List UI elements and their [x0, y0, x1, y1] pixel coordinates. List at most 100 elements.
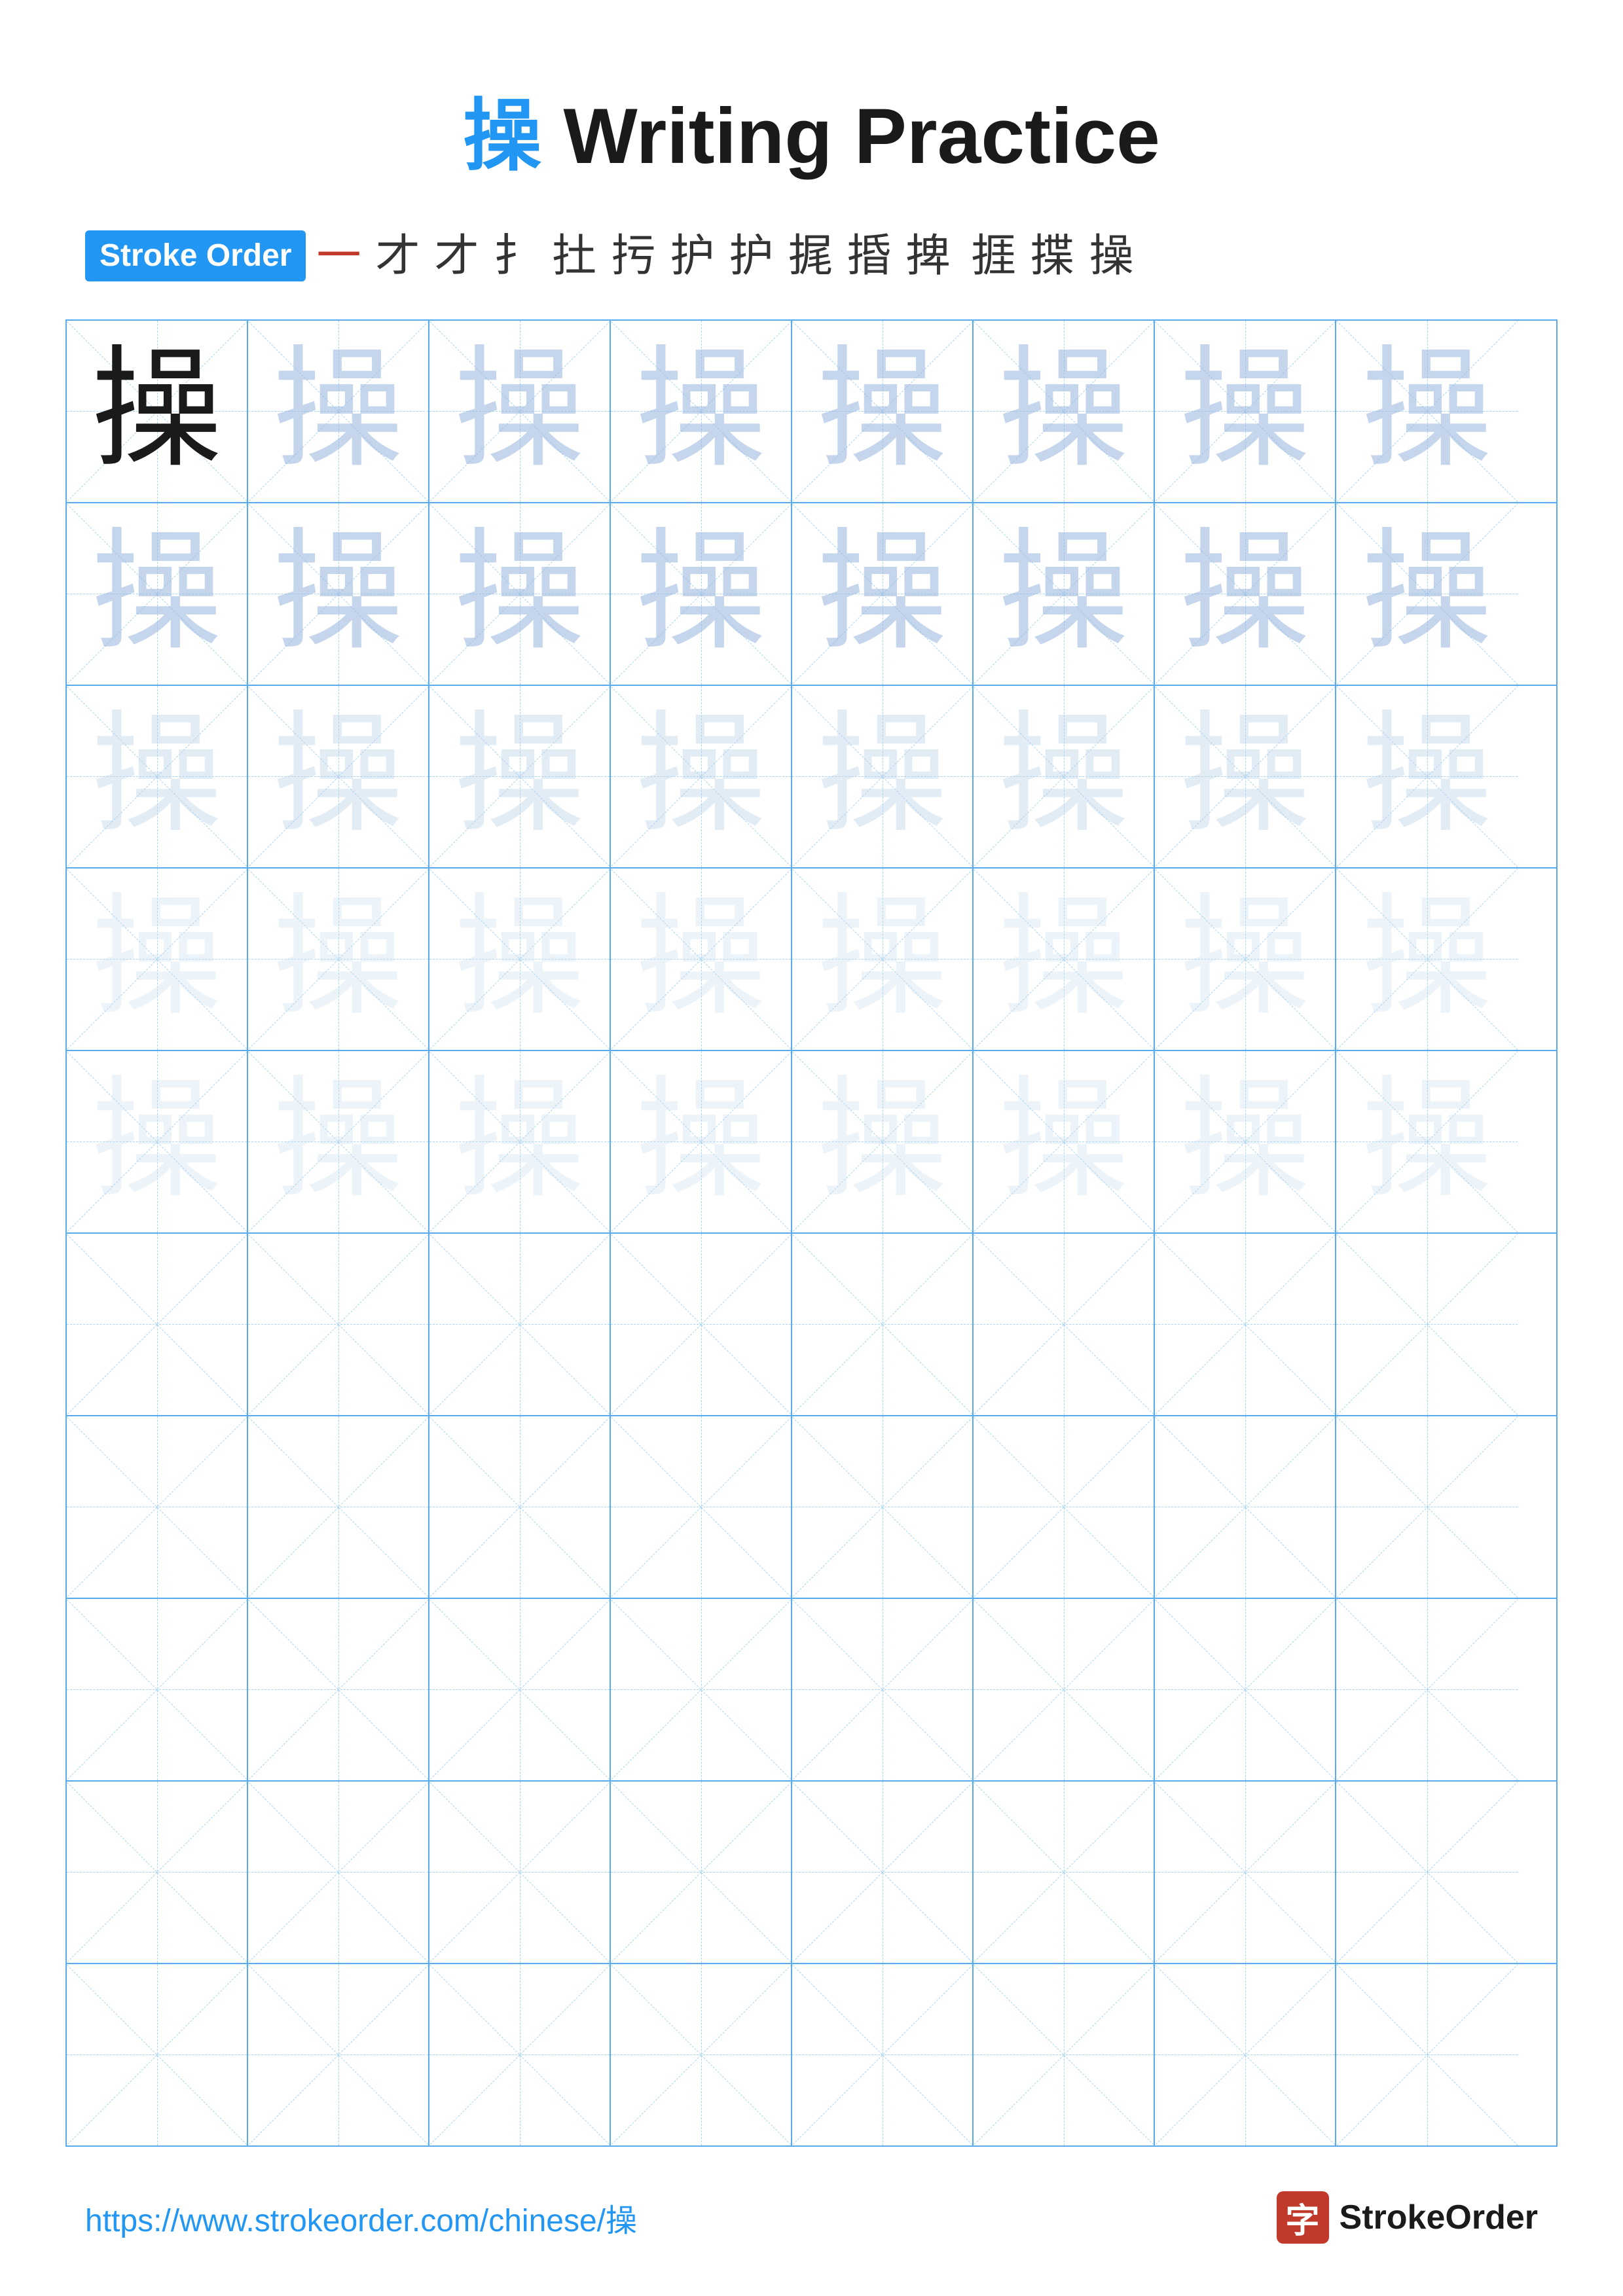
grid-cell-9-4 — [611, 1782, 792, 1963]
grid-cell-4-2: 操 — [248, 869, 429, 1050]
grid-cell-5-3: 操 — [429, 1051, 611, 1232]
grid-cell-8-3 — [429, 1599, 611, 1780]
grid-cell-1-5: 操 — [792, 321, 974, 502]
grid-cell-7-5 — [792, 1416, 974, 1598]
grid-cell-6-8 — [1336, 1234, 1518, 1415]
grid-cell-1-2: 操 — [248, 321, 429, 502]
grid-cell-2-7: 操 — [1155, 503, 1336, 685]
grid-cell-1-3: 操 — [429, 321, 611, 502]
grid-row-9 — [67, 1782, 1556, 1964]
grid-cell-8-8 — [1336, 1599, 1518, 1780]
grid-cell-4-7: 操 — [1155, 869, 1336, 1050]
grid-row-4: 操 操 操 操 操 操 操 — [67, 869, 1556, 1051]
grid-cell-7-6 — [974, 1416, 1155, 1598]
grid-cell-3-3: 操 — [429, 686, 611, 867]
grid-row-1: 操 操 操 操 操 操 操 — [67, 321, 1556, 503]
stroke-12: 捱 — [972, 227, 1016, 285]
grid-cell-6-4 — [611, 1234, 792, 1415]
grid-cell-7-2 — [248, 1416, 429, 1598]
grid-cell-5-4: 操 — [611, 1051, 792, 1232]
grid-cell-7-3 — [429, 1416, 611, 1598]
grid-row-5: 操 操 操 操 操 操 操 — [67, 1051, 1556, 1234]
grid-cell-1-7: 操 — [1155, 321, 1336, 502]
grid-cell-5-5: 操 — [792, 1051, 974, 1232]
grid-cell-10-8 — [1336, 1964, 1518, 2145]
grid-cell-2-2: 操 — [248, 503, 429, 685]
grid-cell-8-5 — [792, 1599, 974, 1780]
grid-cell-10-7 — [1155, 1964, 1336, 2145]
stroke-6: 扝 — [611, 227, 656, 285]
grid-row-8 — [67, 1599, 1556, 1782]
grid-cell-2-5: 操 — [792, 503, 974, 685]
grid-cell-5-8: 操 — [1336, 1051, 1518, 1232]
footer-url[interactable]: https://www.strokeorder.com/chinese/操 — [85, 2195, 637, 2240]
stroke-9: 捤 — [788, 227, 833, 285]
stroke-4: 扌 — [493, 227, 538, 285]
grid-cell-5-2: 操 — [248, 1051, 429, 1232]
grid-cell-1-6: 操 — [974, 321, 1155, 502]
grid-cell-1-8: 操 — [1336, 321, 1518, 502]
grid-cell-3-5: 操 — [792, 686, 974, 867]
grid-cell-6-7 — [1155, 1234, 1336, 1415]
grid-cell-6-3 — [429, 1234, 611, 1415]
page-title: 操 Writing Practice — [0, 0, 1623, 225]
footer: https://www.strokeorder.com/chinese/操 字 … — [0, 2191, 1623, 2244]
grid-cell-3-4: 操 — [611, 686, 792, 867]
grid-cell-3-2: 操 — [248, 686, 429, 867]
grid-cell-3-7: 操 — [1155, 686, 1336, 867]
grid-cell-9-2 — [248, 1782, 429, 1963]
stroke-10: 捪 — [847, 227, 892, 285]
grid-cell-5-7: 操 — [1155, 1051, 1336, 1232]
title-text: Writing Practice — [541, 92, 1160, 180]
grid-cell-8-6 — [974, 1599, 1155, 1780]
stroke-2: 才 — [375, 227, 420, 285]
grid-cell-3-8: 操 — [1336, 686, 1518, 867]
grid-cell-5-6: 操 — [974, 1051, 1155, 1232]
grid-cell-4-3: 操 — [429, 869, 611, 1050]
grid-cell-9-6 — [974, 1782, 1155, 1963]
grid-cell-9-5 — [792, 1782, 974, 1963]
grid-cell-10-5 — [792, 1964, 974, 2145]
grid-row-7 — [67, 1416, 1556, 1599]
stroke-7: 护 — [670, 227, 715, 285]
brand-icon: 字 — [1277, 2191, 1329, 2244]
grid-cell-9-1 — [67, 1782, 248, 1963]
grid-cell-1-1: 操 — [67, 321, 248, 502]
stroke-order-badge: Stroke Order — [85, 230, 306, 281]
practice-grid: 操 操 操 操 操 操 操 — [65, 319, 1558, 2147]
grid-cell-2-6: 操 — [974, 503, 1155, 685]
grid-row-2: 操 操 操 操 操 操 操 — [67, 503, 1556, 686]
footer-brand: 字 StrokeOrder — [1277, 2191, 1538, 2244]
grid-row-6 — [67, 1234, 1556, 1416]
stroke-13: 揲 — [1030, 227, 1075, 285]
grid-cell-10-1 — [67, 1964, 248, 2145]
stroke-1: 一 — [316, 227, 361, 285]
grid-cell-2-1: 操 — [67, 503, 248, 685]
grid-cell-4-5: 操 — [792, 869, 974, 1050]
stroke-order-row: Stroke Order 一 才 才 扌 扗 扝 护 护 捤 捪 捭 捱 揲 操 — [85, 225, 1538, 287]
brand-name: StrokeOrder — [1340, 2198, 1538, 2237]
grid-cell-10-6 — [974, 1964, 1155, 2145]
grid-cell-6-1 — [67, 1234, 248, 1415]
grid-cell-4-1: 操 — [67, 869, 248, 1050]
grid-cell-4-8: 操 — [1336, 869, 1518, 1050]
grid-cell-8-2 — [248, 1599, 429, 1780]
stroke-5: 扗 — [553, 227, 597, 285]
stroke-order-section: Stroke Order 一 才 才 扌 扗 扝 护 护 捤 捪 捭 捱 揲 操 — [0, 225, 1623, 287]
grid-cell-8-7 — [1155, 1599, 1336, 1780]
grid-cell-1-4: 操 — [611, 321, 792, 502]
grid-cell-7-1 — [67, 1416, 248, 1598]
grid-cell-4-4: 操 — [611, 869, 792, 1050]
grid-cell-5-1: 操 — [67, 1051, 248, 1232]
grid-cell-6-2 — [248, 1234, 429, 1415]
grid-cell-10-2 — [248, 1964, 429, 2145]
grid-row-10 — [67, 1964, 1556, 2145]
grid-cell-8-1 — [67, 1599, 248, 1780]
grid-row-3: 操 操 操 操 操 操 操 — [67, 686, 1556, 869]
stroke-11: 捭 — [906, 227, 951, 285]
grid-cell-2-8: 操 — [1336, 503, 1518, 685]
grid-cell-10-4 — [611, 1964, 792, 2145]
stroke-14: 操 — [1089, 227, 1134, 285]
grid-cell-7-8 — [1336, 1416, 1518, 1598]
grid-cell-3-6: 操 — [974, 686, 1155, 867]
